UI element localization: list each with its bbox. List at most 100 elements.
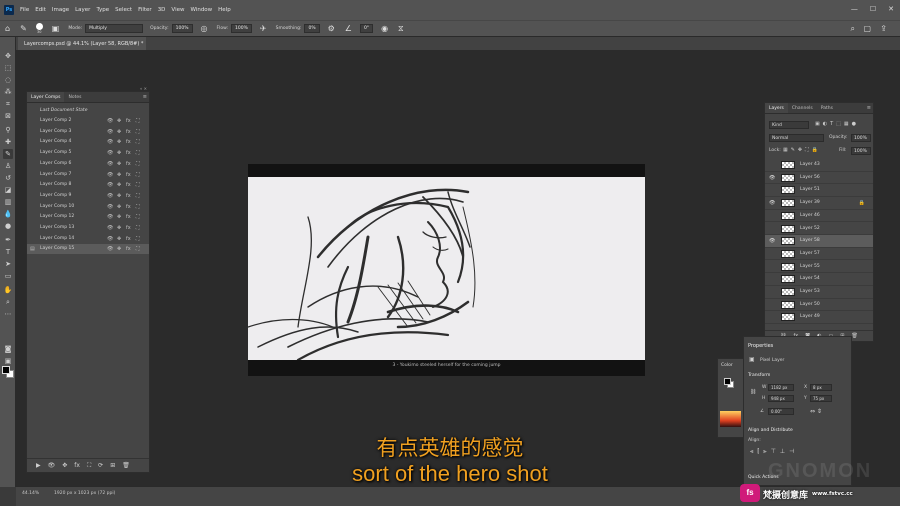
visibility-toggle-icon[interactable]: 👁 [107, 127, 113, 137]
layers-panel-menu-icon[interactable]: ≡ [867, 105, 871, 111]
panel-menu-icon[interactable]: ≡ [143, 94, 147, 100]
visibility-toggle-icon[interactable]: 👁 [107, 202, 113, 212]
angle-input[interactable]: 0.00° [768, 408, 794, 415]
layer-comp-row[interactable]: Layer Comp 5 👁 ✥ fx ⛶ [27, 148, 149, 158]
position-toggle-icon[interactable]: ✥ [117, 159, 121, 169]
style-toggle-icon[interactable]: fx [126, 223, 131, 233]
tab-paths[interactable]: Paths [817, 103, 837, 113]
color-spectrum[interactable] [720, 411, 741, 427]
layer-row[interactable]: Layer 43 [765, 159, 873, 172]
filter-icons[interactable]: ▣◐T⬚▦● [815, 121, 859, 127]
layer-row[interactable]: 👁 Layer 58 [765, 235, 873, 248]
menu-file[interactable]: File [20, 7, 29, 13]
layer-row[interactable]: Layer 46 [765, 210, 873, 223]
selection-toggle-icon[interactable]: ⛶ [136, 234, 140, 244]
style-toggle-icon[interactable]: fx [126, 244, 131, 254]
layer-comp-row[interactable]: Layer Comp 3 👁 ✥ fx ⛶ [27, 127, 149, 137]
visibility-toggle-icon[interactable]: 👁 [107, 191, 113, 201]
layer-comp-row[interactable]: Layer Comp 4 👁 ✥ fx ⛶ [27, 137, 149, 147]
menu-help[interactable]: Help [218, 7, 231, 13]
layer-comp-row[interactable]: Layer Comp 12 👁 ✥ fx ⛶ [27, 212, 149, 222]
home-icon[interactable]: ⌂ [5, 24, 10, 33]
layer-row[interactable]: Layer 55 [765, 261, 873, 274]
minimize-icon[interactable]: — [851, 5, 858, 13]
layer-comp-row[interactable]: Layer Comp 8 👁 ✥ fx ⛶ [27, 180, 149, 190]
tab-layers[interactable]: Layers [765, 103, 788, 113]
search-icon[interactable]: ⌕ [851, 24, 855, 34]
layer-row[interactable]: Layer 50 [765, 299, 873, 312]
layer-comp-row[interactable]: Layer Comp 2 👁 ✥ fx ⛶ [27, 116, 149, 126]
position-toggle-icon[interactable]: ✥ [117, 202, 121, 212]
style-toggle-icon[interactable]: fx [126, 127, 131, 137]
layer-comp-row[interactable]: Layer Comp 7 👁 ✥ fx ⛶ [27, 170, 149, 180]
layer-comp-row[interactable]: Layer Comp 6 👁 ✥ fx ⛶ [27, 159, 149, 169]
position-toggle-icon[interactable]: ✥ [117, 137, 121, 147]
hand-tool-icon[interactable]: ✋ [3, 285, 13, 295]
layer-comp-row[interactable]: Layer Comp 9 👁 ✥ fx ⛶ [27, 191, 149, 201]
maximize-icon[interactable]: ☐ [870, 5, 876, 13]
menu-filter[interactable]: Filter [138, 7, 152, 13]
zoom-level[interactable]: 44.14% [22, 491, 39, 496]
visibility-toggle-icon[interactable]: 👁 [107, 159, 113, 169]
transform-label[interactable]: Transform [748, 373, 770, 378]
selection-toggle-icon[interactable]: ⛶ [136, 202, 140, 212]
x-input[interactable]: 8 px [810, 384, 832, 391]
foreground-color-swatch[interactable] [2, 366, 10, 374]
visibility-toggle-icon[interactable]: 👁 [107, 244, 113, 254]
history-brush-tool-icon[interactable]: ↺ [3, 173, 13, 183]
eraser-tool-icon[interactable]: ◪ [3, 185, 13, 195]
last-document-state-row[interactable]: Last Document State [27, 106, 149, 116]
visibility-toggle-icon[interactable]: 👁 [107, 116, 113, 126]
selection-toggle-icon[interactable]: ⛶ [136, 137, 140, 147]
close-icon[interactable]: ✕ [888, 5, 894, 13]
pressure-size-icon[interactable]: ◉ [381, 24, 388, 33]
zoom-tool-icon[interactable]: ⌕ [3, 297, 13, 307]
pressure-opacity-icon[interactable]: ◎ [201, 24, 208, 33]
selection-toggle-icon[interactable]: ⛶ [136, 159, 140, 169]
visibility-toggle-icon[interactable]: 👁 [107, 148, 113, 158]
menu-view[interactable]: View [171, 7, 184, 13]
layer-row[interactable]: Layer 49 [765, 311, 873, 324]
eyedropper-tool-icon[interactable]: ⚲ [3, 125, 13, 135]
pen-tool-icon[interactable]: ✒ [3, 235, 13, 245]
selection-toggle-icon[interactable]: ⛶ [136, 212, 140, 222]
layer-visibility-icon[interactable]: 👁 [769, 238, 775, 244]
frame-tool-icon[interactable]: ⊠ [3, 111, 13, 121]
layer-comp-row[interactable]: Layer Comp 10 👁 ✥ fx ⛶ [27, 202, 149, 212]
selection-toggle-icon[interactable]: ⛶ [136, 244, 140, 254]
brush-preset-picker[interactable]: 30 [35, 23, 43, 34]
visibility-toggle-icon[interactable]: 👁 [107, 170, 113, 180]
share-icon[interactable]: ⇪ [880, 24, 887, 33]
tab-channels[interactable]: Channels [788, 103, 817, 113]
selection-toggle-icon[interactable]: ⛶ [136, 180, 140, 190]
layer-row[interactable]: 👁 Layer 56 [765, 172, 873, 185]
collapse-panel-icon[interactable]: « ✕ [140, 86, 147, 91]
tab-notes[interactable]: Notes [64, 92, 85, 102]
layer-visibility-icon[interactable]: 👁 [769, 200, 775, 206]
layer-comp-row[interactable]: ▤ Layer Comp 15 👁 ✥ fx ⛶ [27, 244, 149, 255]
position-toggle-icon[interactable]: ✥ [117, 170, 121, 180]
visibility-toggle-icon[interactable]: 👁 [107, 137, 113, 147]
menu-layer[interactable]: Layer [75, 7, 90, 13]
brush-settings-icon[interactable]: ▣ [52, 24, 60, 33]
brush-tool-icon[interactable]: ✎ [3, 149, 13, 159]
tab-layer-comps[interactable]: Layer Comps [27, 92, 65, 102]
marquee-tool-icon[interactable]: ⬚ [3, 63, 13, 73]
stamp-tool-icon[interactable]: ♙ [3, 161, 13, 171]
blend-mode-select[interactable]: Normal [769, 134, 824, 142]
position-toggle-icon[interactable]: ✥ [117, 116, 121, 126]
visibility-toggle-icon[interactable]: 👁 [107, 212, 113, 222]
link-dimensions-icon[interactable]: ⛓ [750, 389, 756, 395]
position-toggle-icon[interactable]: ✥ [117, 223, 121, 233]
visibility-toggle-icon[interactable]: 👁 [107, 180, 113, 190]
document-canvas[interactable]: 3 - Youkimo steeled herself for the comi… [248, 164, 645, 376]
quick-select-tool-icon[interactable]: ⁂ [3, 87, 13, 97]
menu-type[interactable]: Type [96, 7, 109, 13]
layer-row[interactable]: Layer 52 [765, 223, 873, 235]
menu-window[interactable]: Window [190, 7, 212, 13]
crop-tool-icon[interactable]: ⌗ [3, 99, 13, 109]
layer-row[interactable]: Layer 53 [765, 286, 873, 299]
brush-tool-icon[interactable]: ✎ [20, 24, 27, 33]
style-toggle-icon[interactable]: fx [126, 202, 131, 212]
color-fg-swatch[interactable] [724, 378, 731, 385]
